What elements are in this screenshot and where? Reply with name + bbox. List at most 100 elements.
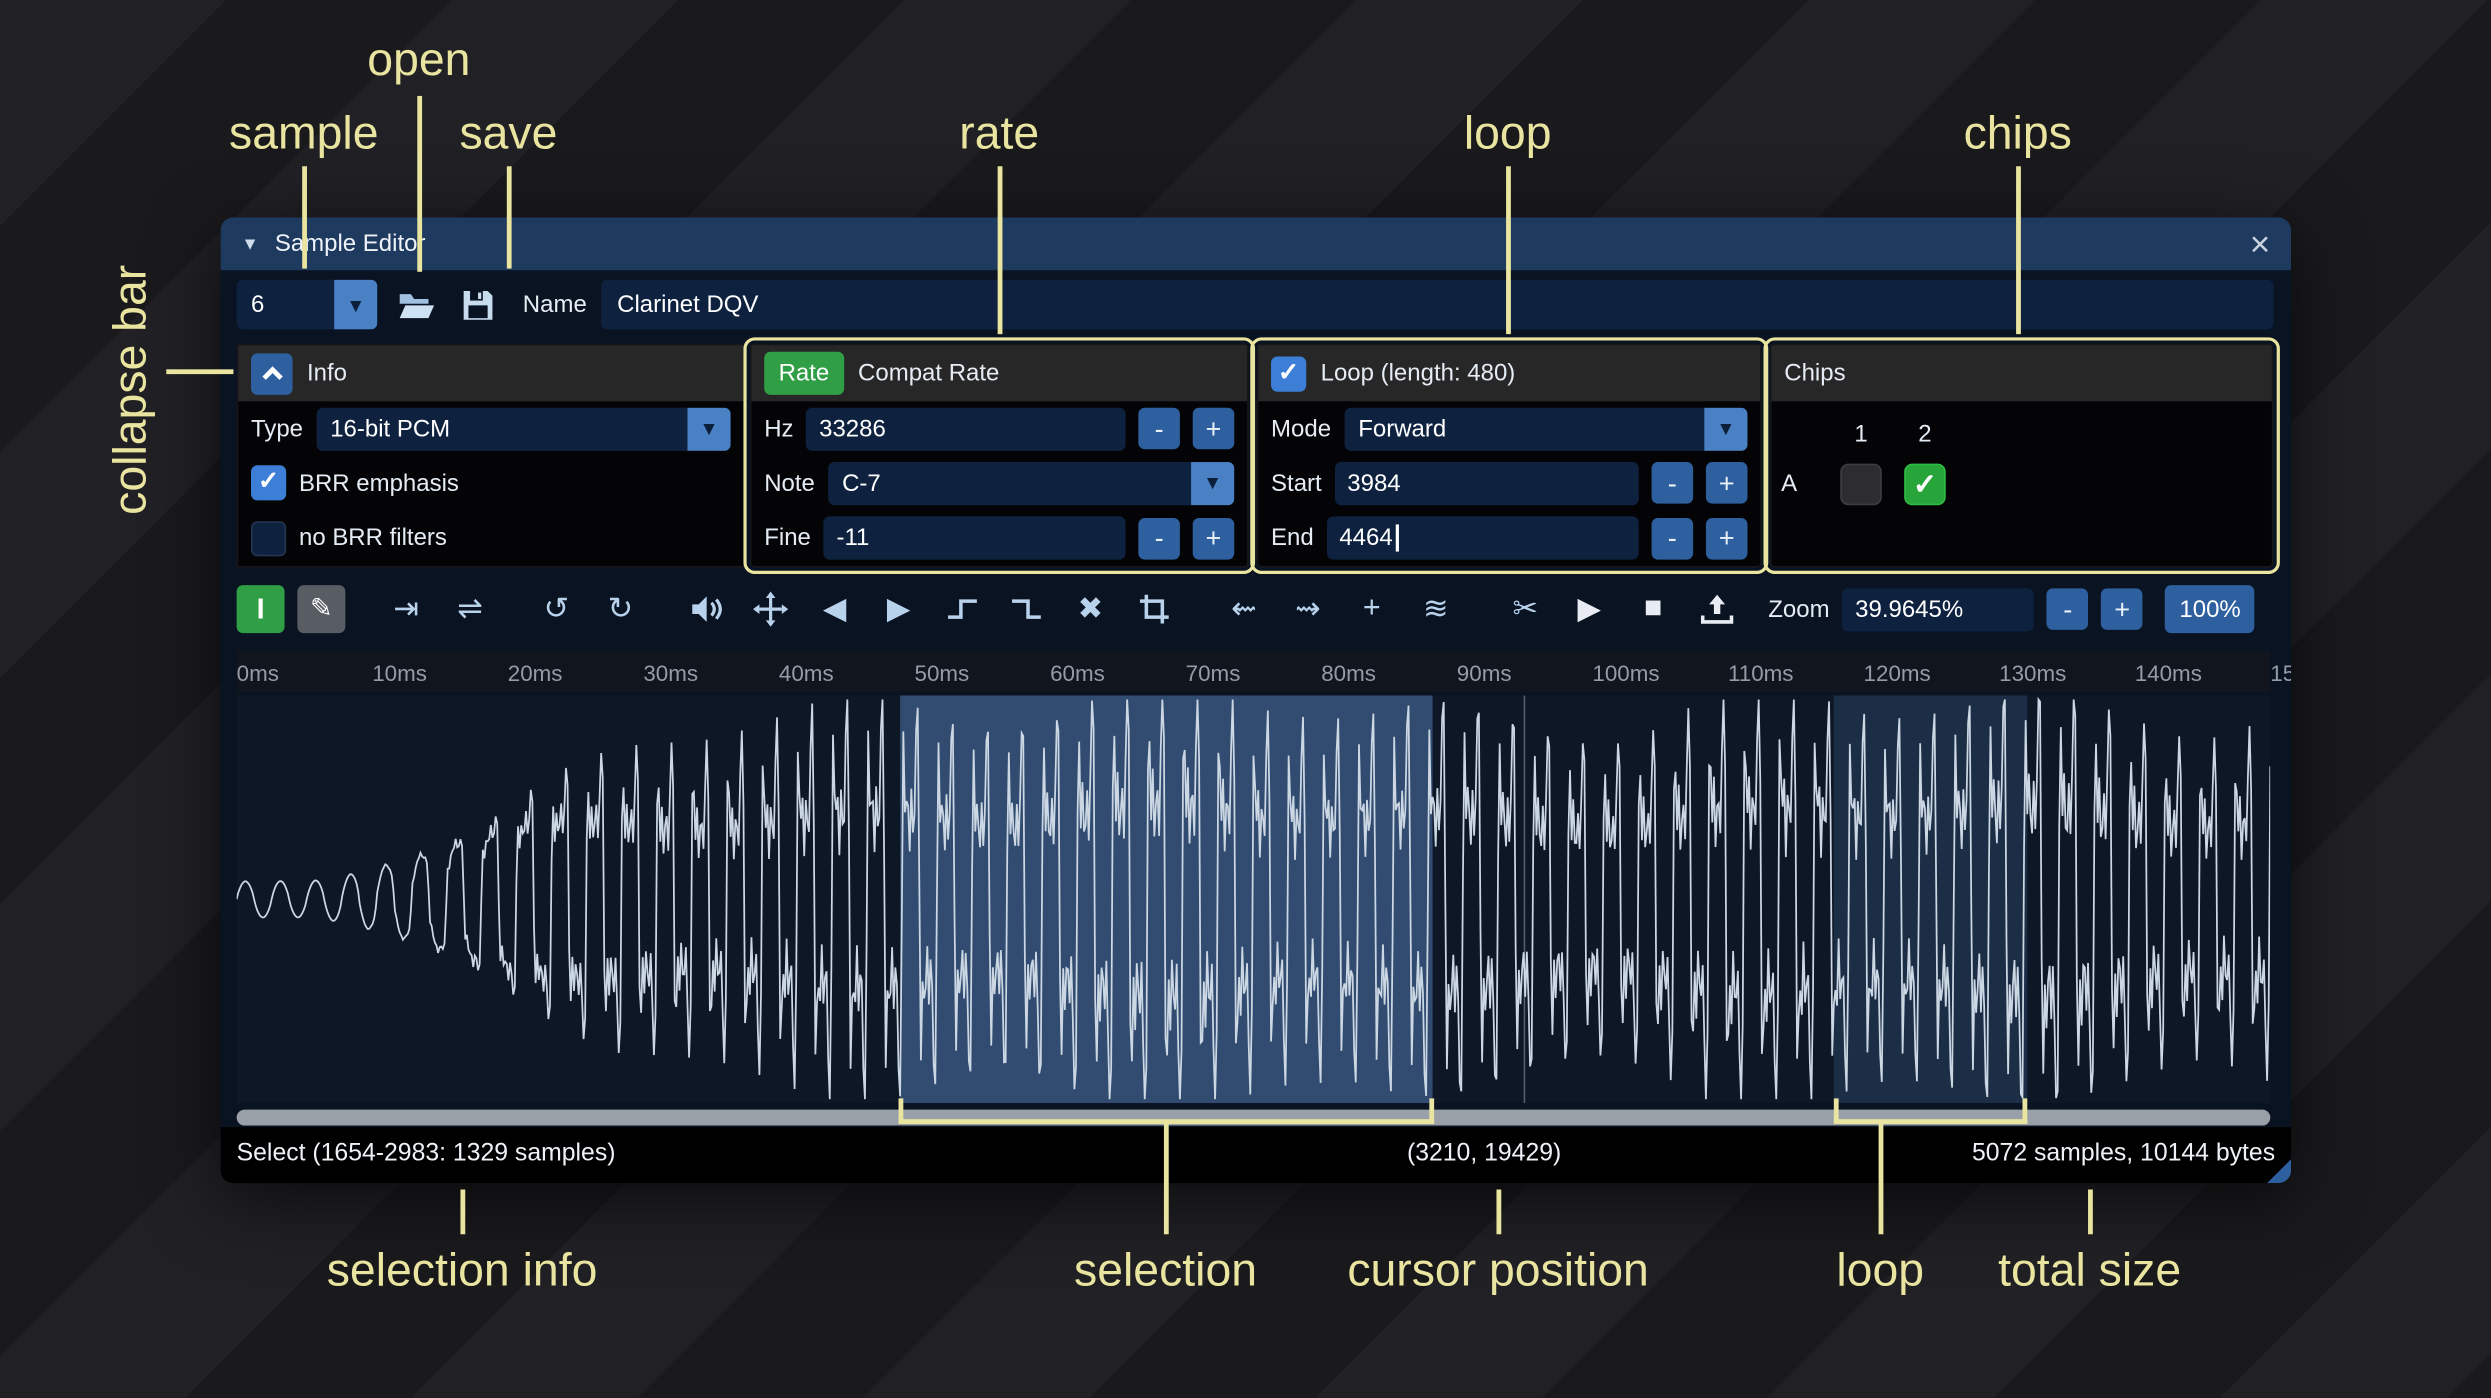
create-wavetable-button[interactable] — [1695, 585, 1740, 633]
name-input[interactable] — [601, 279, 2274, 330]
brr-emphasis-checkbox[interactable]: ✓ — [251, 466, 287, 502]
loop-start-input[interactable]: 3984 — [1334, 462, 1639, 506]
zoom-out-button[interactable]: - — [2047, 588, 2089, 630]
annotation-line — [2087, 1189, 2093, 1235]
insert-point-button[interactable]: + — [1349, 585, 1394, 633]
desktop-background: ▼ Sample Editor × 6 ▼ Name Clarinet DQV … — [0, 0, 2491, 1398]
hz-plus-button[interactable]: + — [1192, 407, 1235, 450]
delete-button[interactable]: ✖ — [1068, 585, 1113, 633]
waveform-display[interactable] — [236, 695, 2271, 1104]
loop-end-plus-button[interactable]: + — [1705, 517, 1748, 560]
wave-right-icon: ⇝ — [1295, 592, 1321, 626]
window-title: Sample Editor — [274, 230, 426, 258]
time-ruler[interactable]: 0ms 10ms 20ms 30ms 40ms 50ms 60ms 70ms 80ms 90ms 1… — [236, 650, 2291, 693]
open-button[interactable] — [392, 281, 440, 329]
sample-selector[interactable]: 6 ▼ — [236, 279, 378, 330]
brr-emphasis-row: ✓ BRR emphasis — [238, 456, 743, 511]
fine-input[interactable]: -11 — [823, 516, 1126, 561]
annotation-loop: loop — [1463, 108, 1552, 160]
chevron-down-icon[interactable]: ▼ — [334, 279, 378, 330]
ruler-label: 60ms — [1050, 660, 1105, 686]
chevron-down-icon[interactable]: ▼ — [1704, 407, 1748, 451]
redo-icon: ↻ — [607, 592, 634, 626]
type-select[interactable]: 16-bit PCM ▼ — [315, 407, 731, 451]
sample-editor-window: ▼ Sample Editor × 6 ▼ Name Clarinet DQV … — [220, 217, 2292, 1184]
zoom-input[interactable]: 39.9645% — [1842, 587, 2035, 631]
loop-mode-select[interactable]: Forward ▼ — [1343, 407, 1748, 451]
waveform-plot — [236, 696, 2271, 1101]
loop-enable-checkbox[interactable]: ✓ — [1271, 355, 1307, 391]
zoom-reset-button[interactable]: 100% — [2165, 585, 2255, 634]
chip-2-checkbox[interactable]: ✓ — [1904, 462, 1946, 505]
fade-in-button[interactable] — [940, 585, 985, 633]
scrollbar-thumb[interactable] — [236, 1109, 2271, 1126]
window-collapse-icon[interactable]: ▼ — [241, 234, 258, 253]
redo-button[interactable]: ↻ — [598, 585, 643, 633]
forward-button[interactable]: ▶ — [876, 585, 921, 633]
chip-1-checkbox[interactable]: ✓ — [1840, 462, 1882, 505]
sample-header-row: 6 ▼ Name — [236, 279, 2274, 330]
chevron-down-icon[interactable]: ▼ — [687, 407, 731, 451]
trim-button[interactable] — [1132, 585, 1177, 633]
rate-badge[interactable]: Rate — [764, 351, 844, 395]
close-icon[interactable]: × — [2250, 225, 2271, 261]
preview-play-button[interactable]: ▶ — [1567, 585, 1612, 633]
loop-mode-value: Forward — [1358, 415, 1447, 443]
filter-button[interactable]: ≋ — [1413, 585, 1458, 633]
triangle-right-icon: ▶ — [886, 592, 911, 626]
zoom-label: Zoom — [1768, 595, 1830, 623]
reverse-button[interactable]: ◀ — [812, 585, 857, 633]
ruler-label: 40ms — [778, 660, 834, 686]
zoom-in-button[interactable]: + — [2101, 588, 2143, 630]
loop-end-row: End 4464 - + — [1258, 511, 1760, 566]
fine-plus-button[interactable]: + — [1192, 517, 1235, 560]
resize-button[interactable]: ⇥ — [384, 585, 429, 633]
annotation-total-size: total size — [1998, 1245, 2182, 1297]
fade-in-icon — [948, 599, 977, 619]
ruler-label: 130ms — [1999, 660, 2067, 686]
draw-pencil-button[interactable]: ✎ — [297, 585, 346, 634]
chip-column-2-label: 2 — [1918, 420, 1932, 448]
ruler-label: 100ms — [1592, 660, 1660, 686]
loop-start-plus-button[interactable]: + — [1705, 462, 1748, 505]
hz-minus-button[interactable]: - — [1138, 407, 1180, 450]
check-icon: ✓ — [1912, 467, 1938, 500]
ruler-label: 0ms — [236, 660, 279, 686]
no-brr-filters-checkbox[interactable]: ✓ — [251, 520, 287, 557]
insert-silence-button[interactable]: ⇜ — [1221, 585, 1266, 633]
loop-end-input[interactable]: 4464 — [1326, 516, 1639, 561]
name-label: Name — [522, 290, 587, 319]
fade-out-button[interactable] — [1004, 585, 1049, 633]
loop-end-minus-button[interactable]: - — [1651, 517, 1694, 560]
titlebar[interactable]: ▼ Sample Editor × — [220, 217, 2292, 271]
annotation-sample: sample — [229, 108, 379, 160]
apply-silence-button[interactable]: ⇝ — [1285, 585, 1330, 633]
normalize-button[interactable] — [748, 585, 793, 633]
save-button[interactable] — [454, 281, 502, 329]
plus-icon: + — [1362, 591, 1381, 626]
waveform-scrollbar[interactable] — [236, 1109, 2271, 1126]
collapse-bar-button[interactable] — [251, 352, 293, 395]
amplify-button[interactable] — [684, 585, 729, 633]
annotation-cursor-position: cursor position — [1347, 1245, 1649, 1297]
edit-select-button[interactable]: I — [236, 585, 285, 634]
no-brr-filters-label: no BRR filters — [298, 524, 447, 553]
annotation-open: open — [367, 35, 471, 87]
fine-minus-button[interactable]: - — [1138, 517, 1180, 560]
preview-stop-button[interactable]: ■ — [1631, 585, 1676, 633]
loop-start-row: Start 3984 - + — [1258, 456, 1760, 511]
ruler-label: 150ms — [2270, 660, 2291, 686]
crossfade-button[interactable]: ✂ — [1503, 585, 1548, 633]
x-mark-icon: ✖ — [1077, 592, 1104, 626]
resample-button[interactable]: ⇌ — [448, 585, 493, 633]
loop-start-minus-button[interactable]: - — [1651, 462, 1694, 505]
hz-row: Hz 33286 - + — [751, 401, 1247, 456]
chevron-down-icon[interactable]: ▼ — [1191, 462, 1235, 506]
hz-input[interactable]: 33286 — [806, 407, 1126, 451]
chips-column-headers: 1 2 — [1781, 409, 2262, 459]
waveform-cursor — [1523, 695, 1526, 1104]
note-select[interactable]: C-7 ▼ — [827, 462, 1235, 506]
resize-grip[interactable] — [2267, 1159, 2292, 1184]
annotation-collapse-bar: collapse bar — [105, 264, 157, 515]
undo-button[interactable]: ↺ — [534, 585, 579, 633]
